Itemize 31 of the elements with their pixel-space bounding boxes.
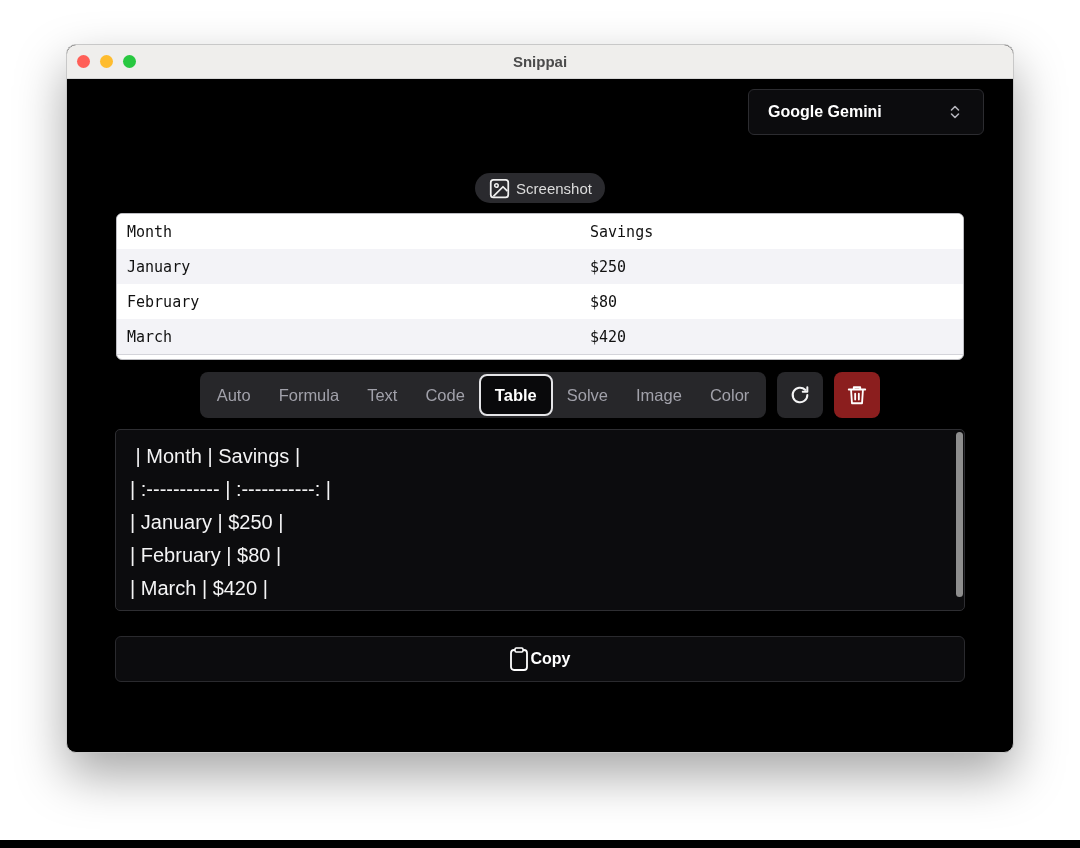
- scrollbar[interactable]: [956, 432, 963, 597]
- mode-tab[interactable]: Color: [695, 374, 764, 416]
- window-minimize-icon[interactable]: [100, 55, 113, 68]
- table-cell-text: January: [126, 257, 191, 276]
- mode-tab[interactable]: Code: [411, 374, 479, 416]
- table-cell-text: $80: [589, 292, 618, 311]
- model-select[interactable]: Google Gemini: [748, 89, 984, 135]
- window-close-icon[interactable]: [77, 55, 90, 68]
- table-cell-text: $420: [589, 327, 627, 346]
- mode-tab[interactable]: Solve: [552, 374, 622, 416]
- image-icon: [489, 177, 511, 199]
- delete-button[interactable]: [834, 372, 881, 418]
- mode-tab[interactable]: Text: [353, 374, 412, 416]
- table-cell-text: $250: [589, 257, 627, 276]
- column-header: Savings: [589, 222, 654, 241]
- mode-tab[interactable]: Image: [622, 374, 696, 416]
- mode-tab[interactable]: Formula: [264, 374, 354, 416]
- window-zoom-icon[interactable]: [123, 55, 136, 68]
- refresh-button[interactable]: [777, 372, 824, 418]
- table-cell-text: March: [126, 327, 173, 346]
- trash-icon: [846, 384, 869, 406]
- window-title: Snippai: [512, 53, 568, 70]
- table-cell-text: February: [126, 292, 200, 311]
- chevron-up-down-icon: [950, 104, 960, 120]
- output-field[interactable]: | Month | Savings | | :----------- | :-----------: | | January | $250 | | February | $80 | | March | $420 |: [115, 429, 965, 611]
- mode-tab[interactable]: Auto: [202, 374, 265, 416]
- copy-button[interactable]: Copy: [115, 636, 965, 682]
- clipboard-icon: [509, 647, 528, 671]
- column-header: Month: [126, 222, 173, 241]
- mode-tab[interactable]: Table: [478, 374, 553, 416]
- screenshot-button[interactable]: Screenshot: [475, 173, 605, 203]
